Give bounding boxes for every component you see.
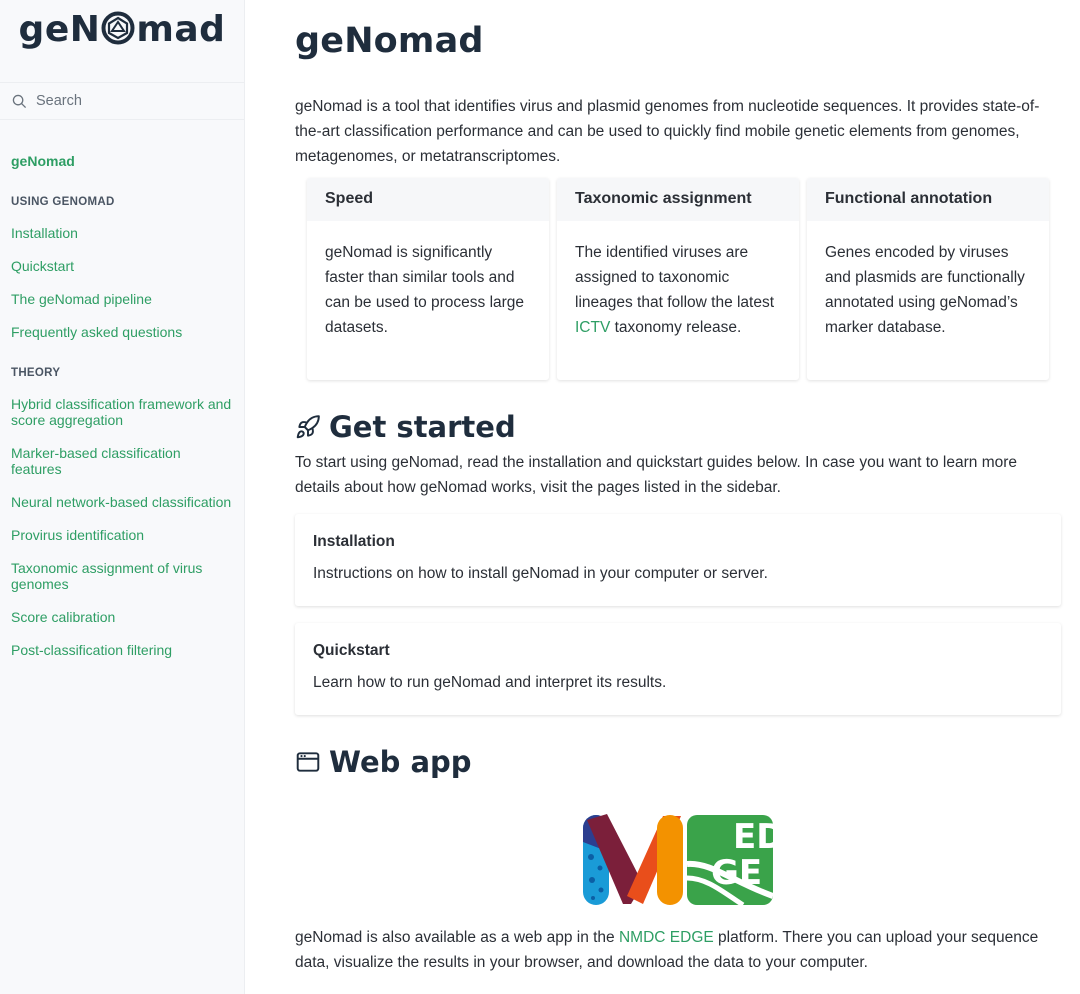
feature-cards: Speed geNomad is significantly faster th… <box>307 178 1061 380</box>
rocket-icon <box>296 415 320 439</box>
feature-card-speed: Speed geNomad is significantly faster th… <box>307 178 549 380</box>
web-app-heading: Web app <box>295 745 1061 779</box>
web-app-text: geNomad is also available as a web app i… <box>295 929 619 946</box>
card-title: Functional annotation <box>807 178 1049 221</box>
sidebar-item-faq[interactable]: Frequently asked questions <box>11 324 233 340</box>
sidebar-item-pipeline[interactable]: The geNomad pipeline <box>11 291 233 307</box>
sidebar-item-quickstart[interactable]: Quickstart <box>11 258 233 274</box>
icosahedron-icon <box>101 11 135 45</box>
sidebar-item-score-calibration[interactable]: Score calibration <box>11 609 233 625</box>
main-content: geNomad geNomad is a tool that identifie… <box>295 0 1061 975</box>
card-body: Genes encoded by viruses and plasmids ar… <box>825 244 1025 336</box>
card-title: Speed <box>307 178 549 221</box>
sidebar-section-title: THEORY <box>11 367 61 379</box>
link-card-title: Quickstart <box>313 642 390 659</box>
sidebar-item-marker-features[interactable]: Marker-based classification features <box>11 445 233 477</box>
ictv-link[interactable]: ICTV <box>575 319 610 336</box>
card-title: Taxonomic assignment <box>557 178 799 221</box>
sidebar-item-post-classification[interactable]: Post-classification filtering <box>11 642 233 658</box>
sidebar-nav: geNomad USING GENOMAD Installation Quick… <box>0 153 244 658</box>
brand-text-left: geN <box>18 8 101 50</box>
section-title-text: Get started <box>329 410 516 444</box>
link-card-desc: Learn how to run geNomad and interpret i… <box>313 674 667 691</box>
card-text: taxonomy release. <box>610 319 742 336</box>
brand-text-right: mad <box>136 8 226 50</box>
get-started-heading: Get started <box>295 410 1061 444</box>
feature-card-taxonomic: Taxonomic assignment The identified viru… <box>557 178 799 380</box>
sidebar: geN mad Search geNomad USING GENOMAD Ins… <box>0 0 245 994</box>
card-body: geNomad is significantly faster than sim… <box>325 244 525 336</box>
sidebar-item-home[interactable]: geNomad <box>11 153 233 169</box>
card-body: The identified viruses are assigned to t… <box>557 221 799 340</box>
intro-paragraph: geNomad is a tool that identifies virus … <box>295 98 1040 165</box>
feature-card-functional: Functional annotation Genes encoded by v… <box>807 178 1049 380</box>
sidebar-section-title: USING GENOMAD <box>11 196 115 208</box>
brand-logo[interactable]: geN mad <box>0 0 244 82</box>
sidebar-item-provirus[interactable]: Provirus identification <box>11 527 233 543</box>
section-title-text: Web app <box>329 745 472 779</box>
nmdc-edge-link[interactable]: NMDC EDGE <box>619 929 714 946</box>
sidebar-item-hybrid-classification[interactable]: Hybrid classification framework and scor… <box>11 396 233 428</box>
card-text: The identified viruses are assigned to t… <box>575 244 775 311</box>
installation-link-card[interactable]: Installation Instructions on how to inst… <box>295 514 1061 606</box>
logo-letters-top: ED <box>733 817 773 857</box>
search-placeholder: Search <box>36 93 82 109</box>
page-title: geNomad <box>295 21 484 61</box>
search-input[interactable]: Search <box>0 82 244 120</box>
sidebar-item-installation[interactable]: Installation <box>11 225 233 241</box>
web-app-paragraph: geNomad is also available as a web app i… <box>295 925 1040 975</box>
nmdc-edge-logo[interactable]: ED GE <box>583 812 773 908</box>
sidebar-item-taxonomic-assignment[interactable]: Taxonomic assignment of virus genomes <box>11 560 233 592</box>
search-icon <box>12 94 27 108</box>
link-card-title: Installation <box>313 533 395 550</box>
quickstart-link-card[interactable]: Quickstart Learn how to run geNomad and … <box>295 623 1061 715</box>
browser-window-icon <box>296 752 320 772</box>
sidebar-item-neural-network[interactable]: Neural network-based classification <box>11 494 233 510</box>
link-card-desc: Instructions on how to install geNomad i… <box>313 565 768 582</box>
get-started-paragraph: To start using geNomad, read the install… <box>295 454 1018 496</box>
